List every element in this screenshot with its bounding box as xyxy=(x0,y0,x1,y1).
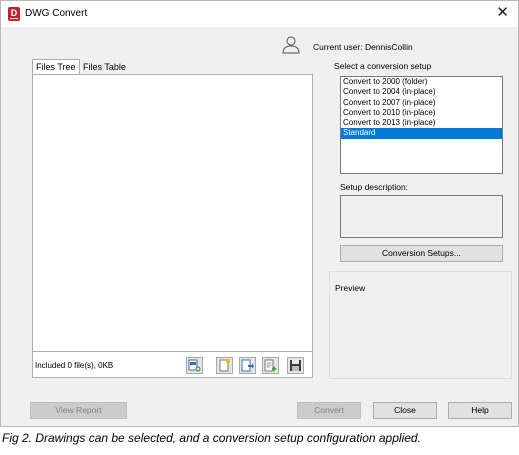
help-button[interactable]: Help xyxy=(448,402,512,419)
user-icon xyxy=(281,35,301,55)
close-button[interactable]: Close xyxy=(373,402,437,419)
setup-item-2013-in-place[interactable]: Convert to 2013 (in-place) xyxy=(341,118,502,128)
title-bar: D DWG Convert ✕ xyxy=(1,1,518,27)
current-user-label: Current user: DennisCollin xyxy=(313,42,413,52)
preview-label: Preview xyxy=(334,283,367,293)
convert-button[interactable]: Convert xyxy=(297,402,361,419)
new-list-icon[interactable] xyxy=(216,357,233,374)
save-list-icon[interactable] xyxy=(287,357,304,374)
add-files-icon[interactable] xyxy=(186,357,203,374)
setup-description-label: Setup description: xyxy=(340,182,409,192)
files-tree-panel[interactable] xyxy=(32,74,313,352)
setup-item-2010-in-place[interactable]: Convert to 2010 (in-place) xyxy=(341,108,502,118)
setup-item-2004-in-place[interactable]: Convert to 2004 (in-place) xyxy=(341,87,502,97)
window-title: DWG Convert xyxy=(25,8,88,19)
open-list-icon[interactable] xyxy=(239,357,256,374)
close-window-icon[interactable]: ✕ xyxy=(496,5,509,21)
figure-caption: Fig 2. Drawings can be selected, and a c… xyxy=(2,431,421,445)
files-footer: Included 0 file(s), 0KB xyxy=(32,352,313,378)
conversion-setup-label: Select a conversion setup xyxy=(334,61,432,71)
setup-item-standard[interactable]: Standard xyxy=(341,128,502,139)
included-files-status: Included 0 file(s), 0KB xyxy=(35,361,114,370)
conversion-setup-list[interactable]: Convert to 2000 (folder) Convert to 2004… xyxy=(340,76,503,174)
setup-item-2000-folder[interactable]: Convert to 2000 (folder) xyxy=(341,77,502,87)
view-report-button[interactable]: View Report xyxy=(30,402,127,419)
app-icon: D xyxy=(8,7,20,21)
conversion-setups-button[interactable]: Conversion Setups... xyxy=(340,245,503,262)
setup-item-2007-in-place[interactable]: Convert to 2007 (in-place) xyxy=(341,98,502,108)
append-list-icon[interactable] xyxy=(262,357,279,374)
setup-description-box xyxy=(340,195,503,238)
dwg-convert-window: D DWG Convert ✕ Current user: DennisColl… xyxy=(0,0,519,427)
